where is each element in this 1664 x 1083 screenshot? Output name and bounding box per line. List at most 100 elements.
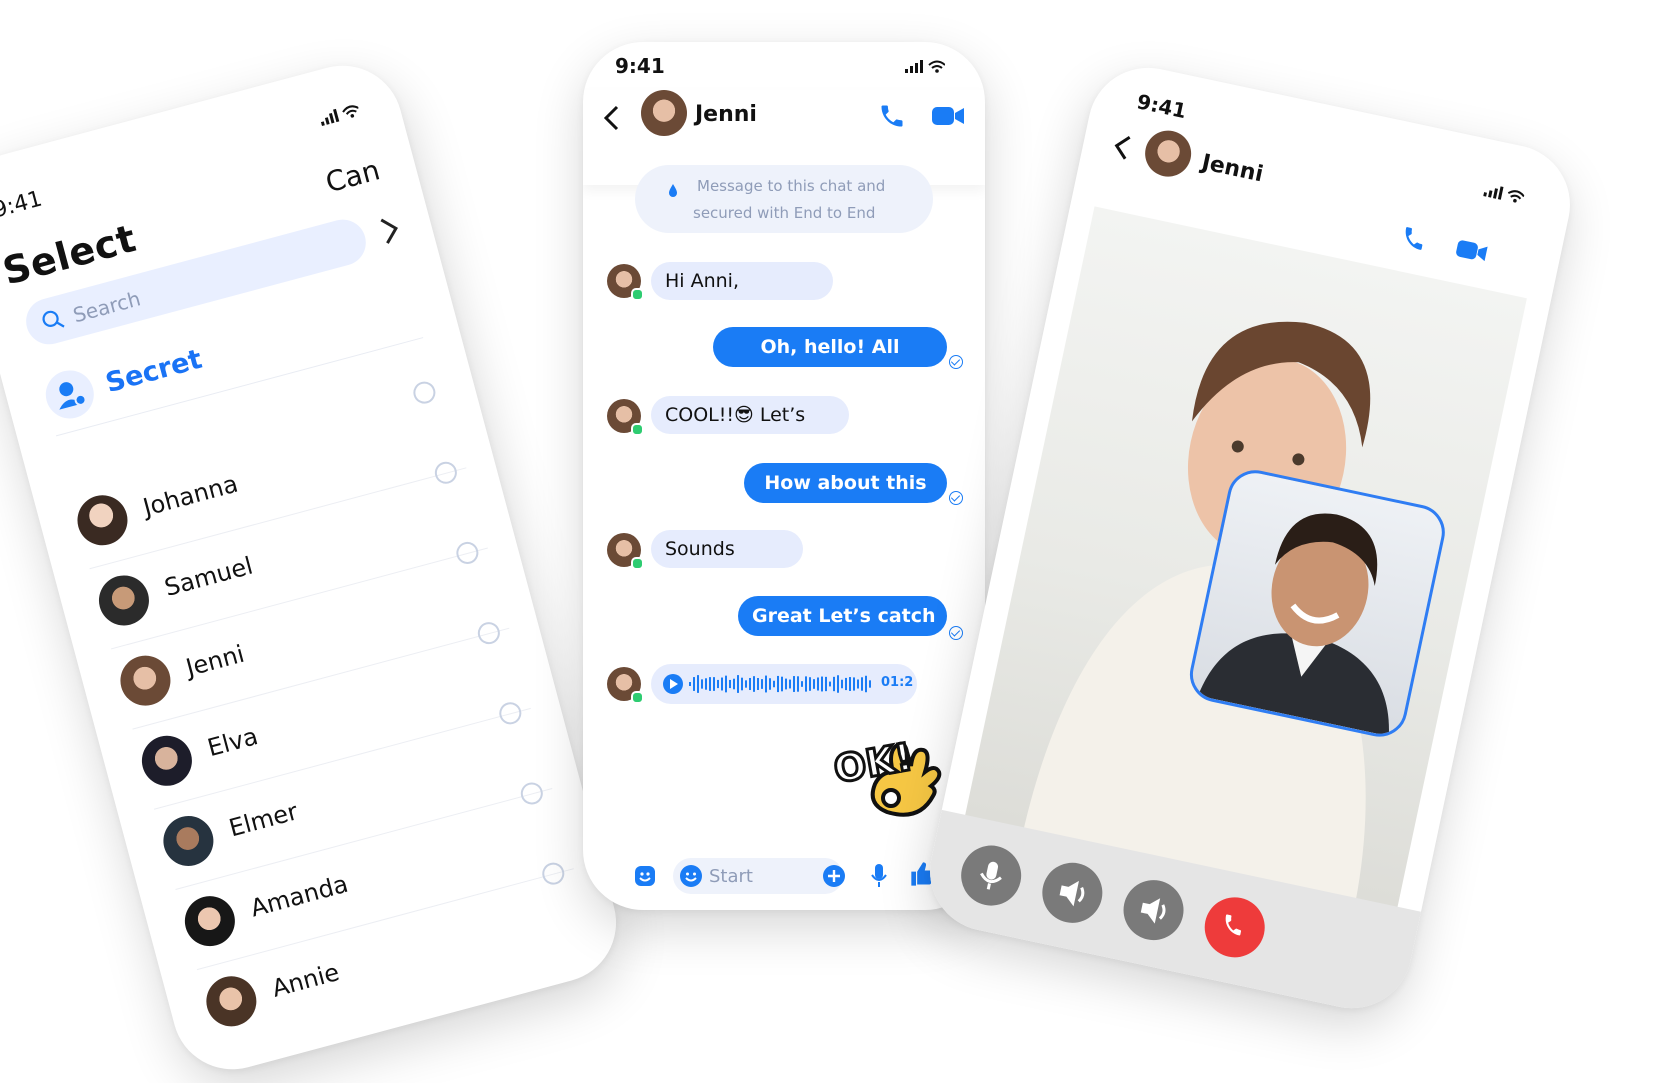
waveform-bar (721, 677, 723, 691)
online-indicator (631, 557, 644, 570)
chevron-right-icon[interactable] (378, 213, 405, 254)
waveform-bar (753, 676, 755, 692)
speaker-button[interactable] (1036, 857, 1108, 929)
status-icons (1482, 181, 1525, 209)
waveform (689, 670, 875, 702)
waveform-bar (717, 679, 719, 689)
waveform-bar (797, 676, 799, 692)
read-receipt-icon (949, 626, 963, 640)
secret-user-icon (40, 365, 100, 424)
avatar (136, 730, 198, 792)
waveform-bar (713, 677, 715, 691)
waveform-bar (689, 682, 691, 686)
mic-icon (980, 861, 1002, 890)
contact-name: Elmer (226, 797, 301, 843)
waveform-bar (809, 677, 811, 691)
select-radio[interactable] (410, 379, 438, 407)
play-icon[interactable] (663, 674, 683, 694)
microphone-icon[interactable] (869, 862, 889, 894)
waveform-bar (773, 680, 775, 688)
volume-icon (1140, 898, 1166, 924)
avatar (200, 970, 262, 1032)
status-icons (905, 58, 946, 78)
waveform-bar (845, 677, 847, 691)
waveform-bar (853, 677, 855, 691)
waveform-bar (733, 678, 735, 690)
encryption-notice: Message to this chat and secured with En… (635, 165, 933, 233)
read-receipt-icon (949, 355, 963, 369)
waveform-bar (861, 677, 863, 691)
search-icon (40, 307, 68, 338)
waveform-bar (793, 676, 795, 692)
avatar (1140, 126, 1196, 181)
waveform-bar (833, 676, 835, 692)
back-arrow-icon[interactable] (1108, 131, 1134, 166)
waveform-bar (777, 675, 779, 693)
waveform-bar (749, 677, 751, 691)
waveform-bar (701, 679, 703, 689)
secret-label: Secret (102, 343, 206, 400)
video-camera-icon[interactable] (931, 102, 965, 134)
contact-name: Jenni (1199, 150, 1266, 188)
video-camera-icon[interactable] (1452, 235, 1490, 271)
message-placeholder: Start (709, 866, 753, 887)
waveform-bar (837, 675, 839, 693)
outgoing-message: Great Let’s catch (738, 596, 947, 636)
phone-icon[interactable] (1398, 223, 1430, 258)
avatar[interactable] (641, 90, 687, 136)
back-arrow-icon[interactable] (601, 104, 621, 136)
avatar (93, 569, 155, 632)
avatar (71, 489, 134, 551)
outgoing-message: How about this (744, 463, 947, 503)
waveform-bar (829, 681, 831, 687)
read-receipt-icon (949, 491, 963, 505)
waveform-bar (801, 681, 803, 687)
add-icon[interactable] (822, 864, 846, 892)
incoming-message: Sounds (651, 530, 803, 568)
online-indicator (631, 288, 644, 301)
waveform-bar (745, 680, 747, 688)
waveform-bar (785, 678, 787, 690)
contact-name: Jenni (183, 639, 248, 683)
mic-button[interactable] (955, 839, 1027, 912)
outgoing-message: Oh, hello! All (713, 327, 947, 367)
waveform-bar (821, 676, 823, 692)
video-call-screen: 9:41 Jenni (918, 56, 1582, 1020)
chat-screen: 9:41 Jenni Message to this chat and secu… (583, 42, 985, 910)
waveform-bar (729, 679, 731, 689)
avatar (157, 810, 220, 872)
waveform-bar (789, 679, 791, 689)
waveform-bar (825, 676, 827, 692)
contact-list: Johanna Samuel Jenni Elva Elmer Amanda A… (68, 379, 595, 1049)
end-call-icon (1225, 914, 1242, 936)
contact-name[interactable]: Jenni (695, 102, 757, 127)
waveform-bar (761, 679, 763, 689)
phone-icon[interactable] (878, 102, 906, 134)
status-icons (318, 101, 362, 131)
avatar (114, 650, 177, 712)
sticker-icon[interactable] (633, 864, 657, 892)
notice-line-2: secured with End to End (693, 204, 876, 222)
emoji-icon[interactable] (679, 864, 703, 892)
waveform-bar (693, 677, 695, 691)
waveform-bar (841, 679, 843, 689)
message-input[interactable]: Start (673, 858, 843, 894)
voice-message[interactable]: 01:2 (651, 664, 917, 704)
status-time: 9:41 (1134, 89, 1189, 124)
self-person-image (1198, 513, 1389, 737)
volume-button[interactable] (1117, 874, 1190, 946)
notice-line-1: Message to this chat and (697, 177, 886, 195)
status-time: 9:41 (615, 54, 665, 78)
waveform-bar (869, 680, 871, 688)
incoming-message: COOL!!😎 Let’s (651, 396, 849, 434)
speaker-icon (1059, 880, 1085, 907)
waveform-bar (709, 677, 711, 691)
contact-select-screen: 9:41 Select Can Search Secret Johanna Sa… (0, 52, 630, 1083)
waveform-bar (813, 679, 815, 689)
contact-name: Annie (269, 958, 343, 1003)
incoming-message: Hi Anni, (651, 262, 833, 300)
waveform-bar (705, 678, 707, 690)
waveform-bar (805, 676, 807, 692)
cancel-button[interactable]: Can (322, 153, 383, 199)
end-call-button[interactable] (1199, 891, 1271, 963)
